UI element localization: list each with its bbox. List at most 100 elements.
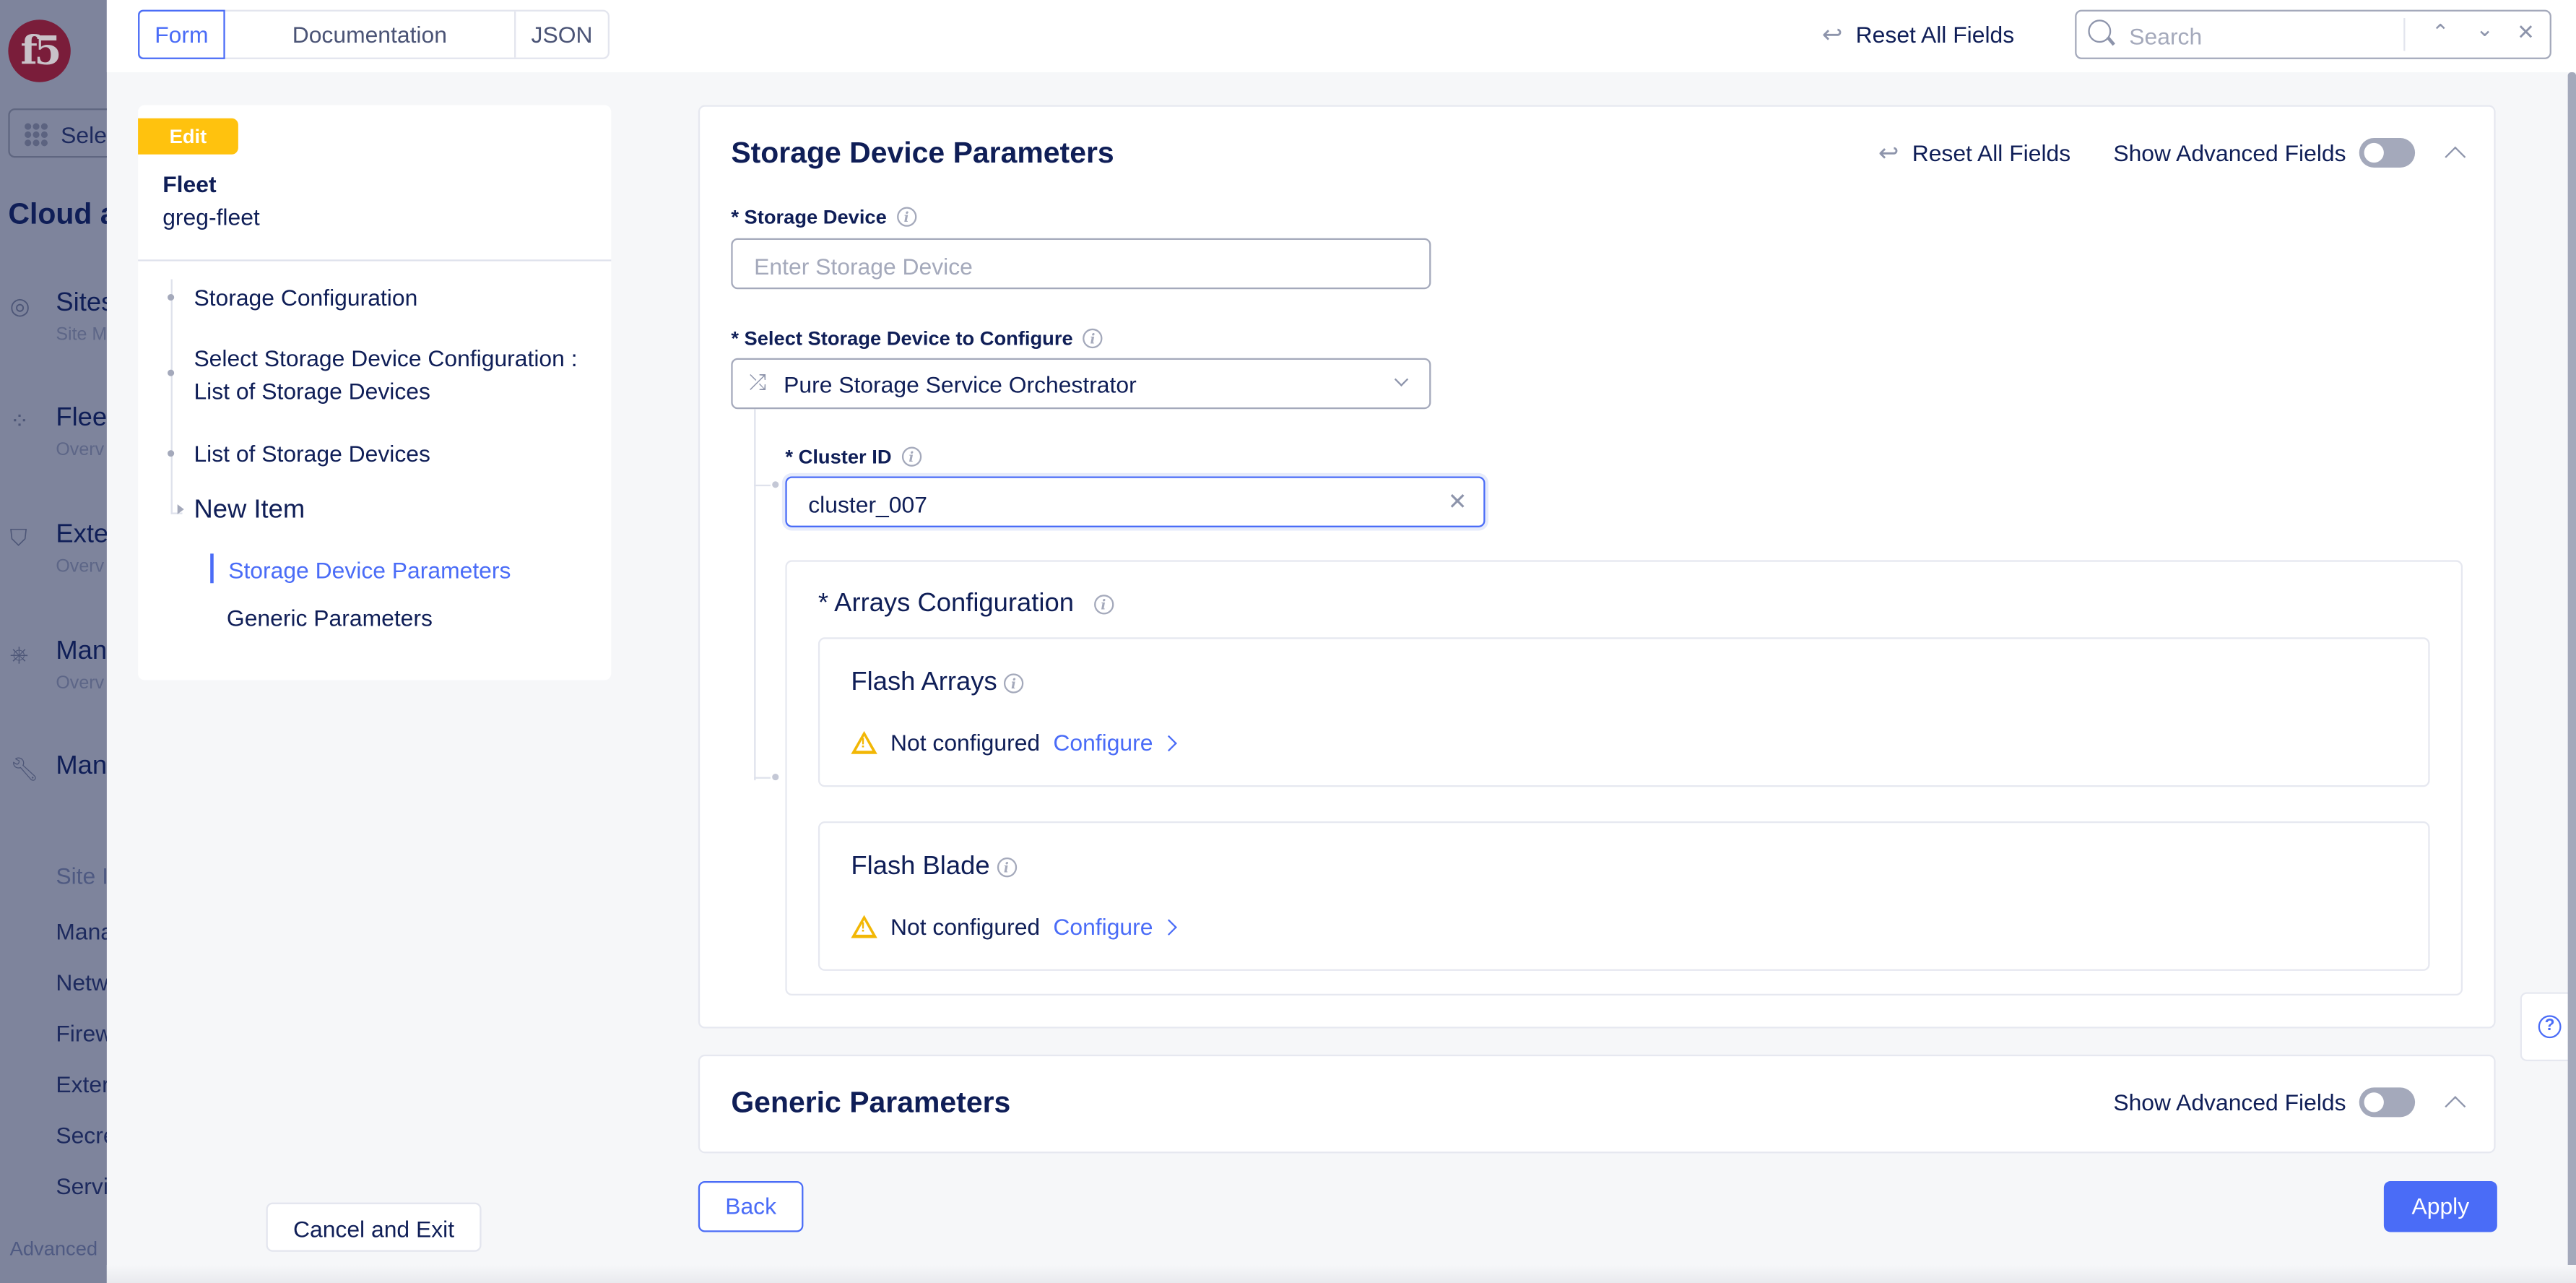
fleet-icon: ⁘ [9,407,30,434]
workspace-selector[interactable]: Sele [8,108,107,158]
cluster-id-label: * Cluster ID i [785,445,921,468]
arrays-configuration-title: * Arrays Configuration i [818,589,1114,619]
search-next-icon[interactable]: ⌄ [2476,17,2494,43]
info-icon[interactable]: i [1003,673,1024,694]
configure-label: Configure [1053,913,1153,940]
info-icon[interactable]: i [996,858,1017,878]
warning-icon [851,915,877,938]
edit-badge: Edit [138,118,238,155]
storage-device-input[interactable] [750,248,1350,283]
chevron-down-icon [1394,372,1409,386]
selected-value: Pure Storage Service Orchestrator [784,371,1137,398]
divider [138,259,612,262]
configure-link[interactable]: Configure [1053,913,1177,940]
section-title: Storage Device Parameters [731,136,1114,170]
back-button[interactable]: Back [698,1181,804,1232]
show-advanced-fields-toggle[interactable] [2359,1087,2416,1118]
sidebar-subitem[interactable]: Site I [56,863,107,889]
apps-grid-icon [25,123,48,147]
cluster-id-input[interactable] [805,486,1404,521]
branch-connector-tick [754,484,771,487]
arrays-configuration-box: * Arrays Configuration i Flash Arrays i … [785,560,2463,996]
generic-parameters-section: Generic Parameters Show Advanced Fields [698,1054,2496,1154]
show-advanced-fields-toggle[interactable] [2359,138,2416,168]
info-icon[interactable]: i [901,446,921,467]
object-name: greg-fleet [162,203,260,230]
sidebar-subitem[interactable]: Secre [56,1122,107,1148]
sidebar-item-subtitle: Overv [56,556,105,577]
collapse-chevron-icon[interactable] [2445,1096,2466,1118]
tree-item-storage-configuration[interactable]: Storage Configuration [194,281,417,314]
chevron-right-icon [1160,734,1177,751]
shield-arrow-icon: ⛉ [9,524,27,550]
f5-logo: f5 [8,20,71,82]
card-status: Not configured Configure [851,729,1177,756]
sidebar-item-title: Flee [56,404,107,433]
card-title: Flash Blade i [851,852,1017,882]
flash-arrays-card: Flash Arrays i Not configured Configure [818,637,2430,787]
select-storage-device-dropdown[interactable]: ⤮ Pure Storage Service Orchestrator [731,358,1431,410]
collapse-chevron-icon[interactable] [2445,146,2466,168]
section-actions: ↩ Reset All Fields Show Advanced Fields [1878,138,2466,168]
configure-label: Configure [1053,729,1153,756]
info-icon[interactable]: i [896,207,916,227]
info-icon[interactable]: i [1093,595,1114,615]
workspace-selector-label: Sele [61,121,107,148]
helm-icon: ⎈ [9,640,29,668]
search-divider [2403,18,2406,51]
clear-icon[interactable]: ✕ [1448,488,1467,516]
app-window: f5 Sele Cloud a ◎ Sites Site M ⁘ Flee Ov… [0,0,2576,1283]
search-prev-icon[interactable]: ⌃ [2432,20,2450,46]
reset-label: Reset All Fields [1912,139,2071,166]
view-tabs: Form Documentation JSON [138,9,610,59]
search-box: ⌃ ⌄ ✕ [2075,9,2551,59]
tab-form[interactable]: Form [138,9,225,59]
info-icon[interactable]: i [1083,328,1103,349]
branch-connector-dot [772,774,779,781]
warning-icon [851,730,877,754]
sidebar-subitem[interactable]: Servi [56,1173,107,1199]
background-sidebar: f5 Sele Cloud a ◎ Sites Site M ⁘ Flee Ov… [0,0,107,1283]
storage-device-field [731,238,1431,290]
reset-all-fields-button[interactable]: ↩ Reset All Fields [1822,20,2014,50]
storage-device-label: * Storage Device i [731,205,916,228]
field-label-text: * Select Storage Device to Configure [731,327,1073,350]
status-text: Not configured [890,729,1041,756]
active-indicator [210,553,214,584]
sidebar-subitem[interactable]: Firew [56,1020,107,1046]
cancel-and-exit-button[interactable]: Cancel and Exit [266,1202,482,1252]
branch-connector-dot [772,481,779,488]
search-close-icon[interactable]: ✕ [2517,20,2535,46]
show-advanced-fields-label: Show Advanced Fields [2113,1089,2346,1116]
section-actions: Show Advanced Fields [2113,1087,2466,1118]
merge-arrows-icon: ⤮ [749,369,767,394]
sidebar-subitem[interactable]: Exter [56,1071,107,1097]
show-advanced-fields-label: Show Advanced Fields [2113,139,2346,166]
chevron-right-icon [1160,918,1177,935]
tree-item-list-of-storage-devices[interactable]: List of Storage Devices [194,437,430,470]
tree-node-dot [168,369,175,376]
search-input[interactable] [2125,18,2395,55]
tree-arrow-icon [177,504,184,514]
select-storage-device-label: * Select Storage Device to Configure i [731,327,1103,350]
subnav-generic-parameters[interactable]: Generic Parameters [227,601,433,634]
tree-item-select-storage-device-configuration[interactable]: Select Storage Device Configuration : Li… [194,342,604,407]
apply-button[interactable]: Apply [2383,1181,2497,1232]
sidebar-subitem[interactable]: Netw [56,969,107,995]
tab-documentation[interactable]: Documentation [225,11,516,58]
sidebar-advanced-label[interactable]: Advanced [10,1237,97,1260]
tree-node-dot [168,294,175,301]
flash-blade-card: Flash Blade i Not configured Configure [818,821,2430,971]
sidebar-item-title: Man [56,637,107,665]
configure-link[interactable]: Configure [1053,729,1177,756]
scrollbar[interactable] [2567,72,2576,1283]
card-status: Not configured Configure [851,913,1177,940]
tree-item-new-item[interactable]: New Item [194,494,305,527]
sidebar-subitem[interactable]: Mana [56,918,107,944]
subnav-storage-device-parameters[interactable]: Storage Device Parameters [228,553,511,586]
branch-connector-tick [754,777,771,779]
sidebar-item-subtitle: Overv [56,440,105,460]
section-reset-all-fields-button[interactable]: ↩ Reset All Fields [1878,138,2070,168]
sidebar-item-title: Man [56,752,107,781]
tab-json[interactable]: JSON [516,12,607,58]
